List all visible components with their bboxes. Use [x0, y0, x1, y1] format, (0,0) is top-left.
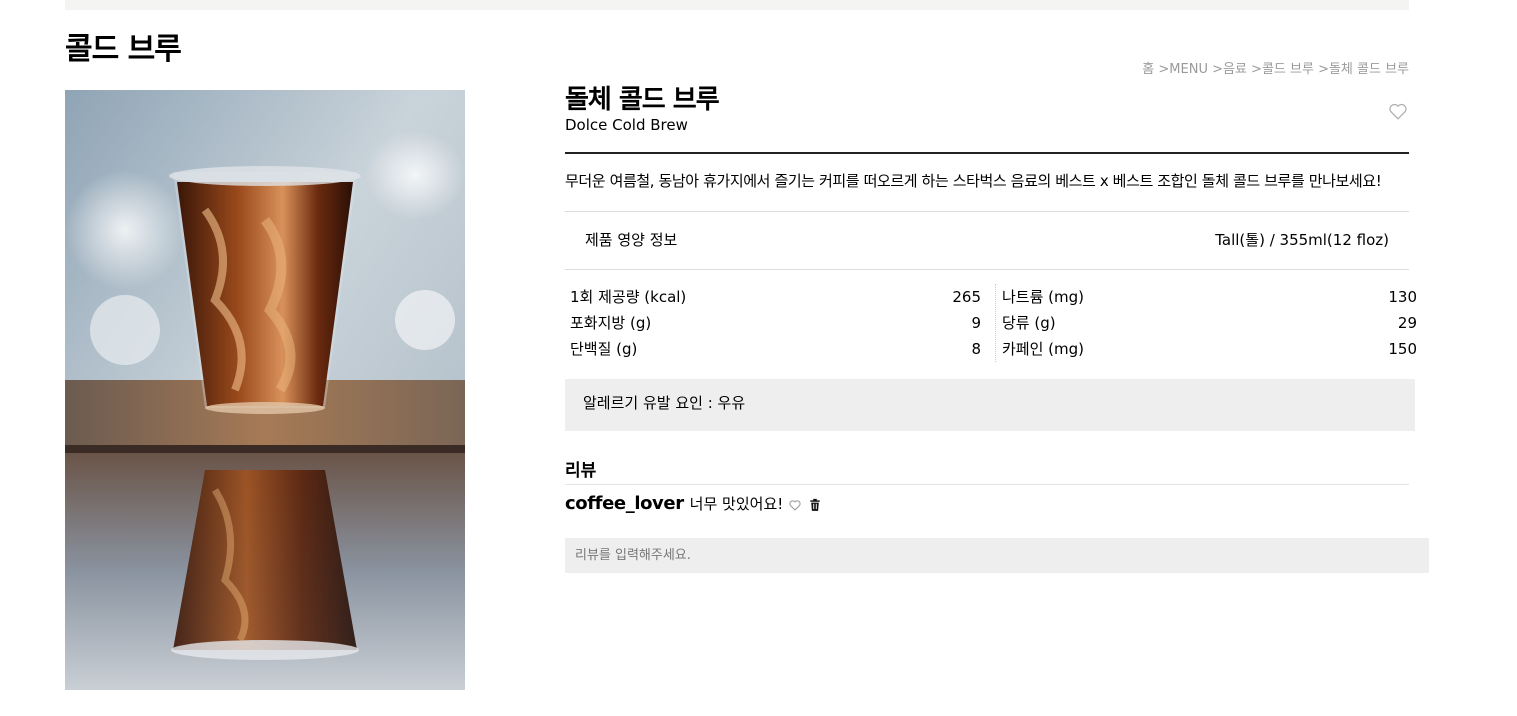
nutrition-row: 단백질 (g) 8: [570, 336, 986, 362]
breadcrumb-separator: >: [1154, 62, 1170, 77]
nutrition-label: 포화지방 (g): [570, 314, 652, 332]
title-divider: [565, 152, 1409, 154]
nutrition-row: 포화지방 (g) 9: [570, 310, 986, 336]
nutrition-label: 단백질 (g): [570, 340, 638, 358]
review-input[interactable]: [565, 538, 1429, 573]
nutrition-row: 1회 제공량 (kcal) 265: [570, 284, 986, 310]
breadcrumb-current[interactable]: 돌체 콜드 브루: [1329, 62, 1409, 77]
nutrition-value: 29: [1397, 314, 1417, 332]
nutrition-serving-size: Tall(톨) / 355ml(12 floz): [1215, 231, 1389, 249]
breadcrumb-menu[interactable]: MENU: [1169, 62, 1208, 77]
nutrition-header-label: 제품 영양 정보: [585, 231, 678, 249]
review-username: coffee_lover: [565, 493, 684, 514]
nutrition-value: 9: [971, 314, 981, 332]
review-item: coffee_lover 너무 맛있어요!: [565, 493, 822, 514]
heart-outline-icon[interactable]: [788, 497, 802, 511]
product-name-ko: 돌체 콜드 브루: [565, 85, 720, 115]
product-detail: 돌체 콜드 브루 Dolce Cold Brew 무더운 여름철, 동남아 휴가…: [565, 84, 1429, 573]
nutrition-value: 130: [1388, 288, 1417, 306]
breadcrumb-separator: >: [1207, 62, 1223, 77]
top-banner-strip: [65, 0, 1409, 10]
nutrition-column-right: 나트륨 (mg) 130 당류 (g) 29 카페인 (mg) 150: [995, 284, 1417, 362]
nutrition-value: 265: [952, 288, 981, 306]
nutrition-label: 1회 제공량 (kcal): [570, 288, 687, 306]
nutrition-value: 150: [1388, 340, 1417, 358]
heart-outline-icon[interactable]: [1387, 100, 1409, 122]
breadcrumb-home[interactable]: 홈: [1142, 62, 1154, 77]
nutrition-label: 카페인 (mg): [1002, 340, 1085, 358]
review-text: 너무 맛있어요!: [689, 495, 784, 513]
product-image: [65, 90, 465, 690]
review-section-title: 리뷰: [565, 461, 597, 481]
breadcrumb: 홈 >MENU >음료 >콜드 브루 >돌체 콜드 브루: [1142, 58, 1409, 77]
breadcrumb-drinks[interactable]: 음료: [1223, 62, 1247, 77]
nutrition-column-left: 1회 제공량 (kcal) 265 포화지방 (g) 9 단백질 (g) 8: [570, 284, 986, 362]
page-title: 콜드 브루: [65, 32, 182, 67]
breadcrumb-cold-brew[interactable]: 콜드 브루: [1262, 62, 1314, 77]
breadcrumb-separator: >: [1313, 62, 1329, 77]
product-description: 무더운 여름철, 동남아 휴가지에서 즐기는 커피를 떠오르게 하는 스타벅스 …: [565, 172, 1382, 190]
nutrition-row: 당류 (g) 29: [1002, 310, 1417, 336]
nutrition-label: 당류 (g): [1002, 314, 1056, 332]
review-divider: [565, 484, 1409, 485]
allergy-info: 알레르기 유발 요인 : 우유: [565, 379, 1415, 431]
nutrition-label: 나트륨 (mg): [1002, 288, 1085, 306]
nutrition-row: 나트륨 (mg) 130: [1002, 284, 1417, 310]
nutrition-header: 제품 영양 정보 Tall(톨) / 355ml(12 floz): [565, 211, 1409, 270]
breadcrumb-separator: >: [1246, 62, 1262, 77]
product-name-en: Dolce Cold Brew: [565, 116, 688, 134]
trash-icon[interactable]: [808, 497, 822, 511]
nutrition-row: 카페인 (mg) 150: [1002, 336, 1417, 362]
nutrition-value: 8: [971, 340, 981, 358]
